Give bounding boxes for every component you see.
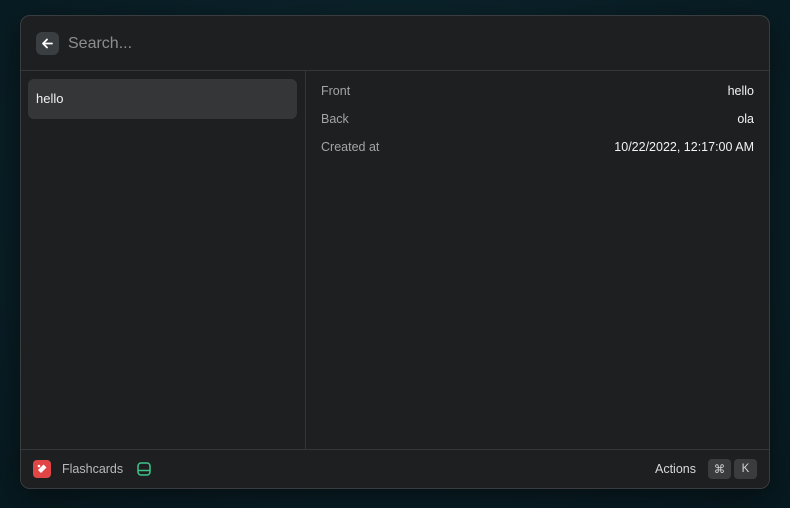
metadata-label: Back <box>321 112 349 126</box>
metadata-row-back: Back ola <box>321 112 754 130</box>
detail-metadata: Front hello Back ola Created at 10/22/20… <box>306 71 769 449</box>
launcher-window: hello Front hello Back ola Created at 10… <box>20 15 770 489</box>
flashcards-icon <box>33 460 51 478</box>
command-key-hint: ⌘ <box>708 459 731 479</box>
development-mode-icon <box>137 462 151 476</box>
search-bar <box>21 16 769 71</box>
metadata-value: ola <box>737 112 754 126</box>
list-item-label: hello <box>36 91 64 106</box>
actions-button[interactable]: Actions <box>655 462 696 476</box>
metadata-label: Created at <box>321 140 380 154</box>
list-item[interactable]: hello <box>28 79 297 119</box>
flashcard-list: hello <box>21 71 306 449</box>
k-key-hint: K <box>734 459 757 479</box>
search-input[interactable] <box>68 30 718 58</box>
metadata-row-front: Front hello <box>321 84 754 102</box>
metadata-value: 10/22/2022, 12:17:00 AM <box>614 140 754 154</box>
extension-name: Flashcards <box>62 462 124 476</box>
metadata-value: hello <box>727 84 754 98</box>
arrow-left-icon <box>42 38 53 49</box>
action-bar: Flashcards Actions ⌘ K <box>21 449 769 488</box>
back-button[interactable] <box>36 32 59 55</box>
metadata-label: Front <box>321 84 351 98</box>
metadata-row-created-at: Created at 10/22/2022, 12:17:00 AM <box>321 140 754 158</box>
